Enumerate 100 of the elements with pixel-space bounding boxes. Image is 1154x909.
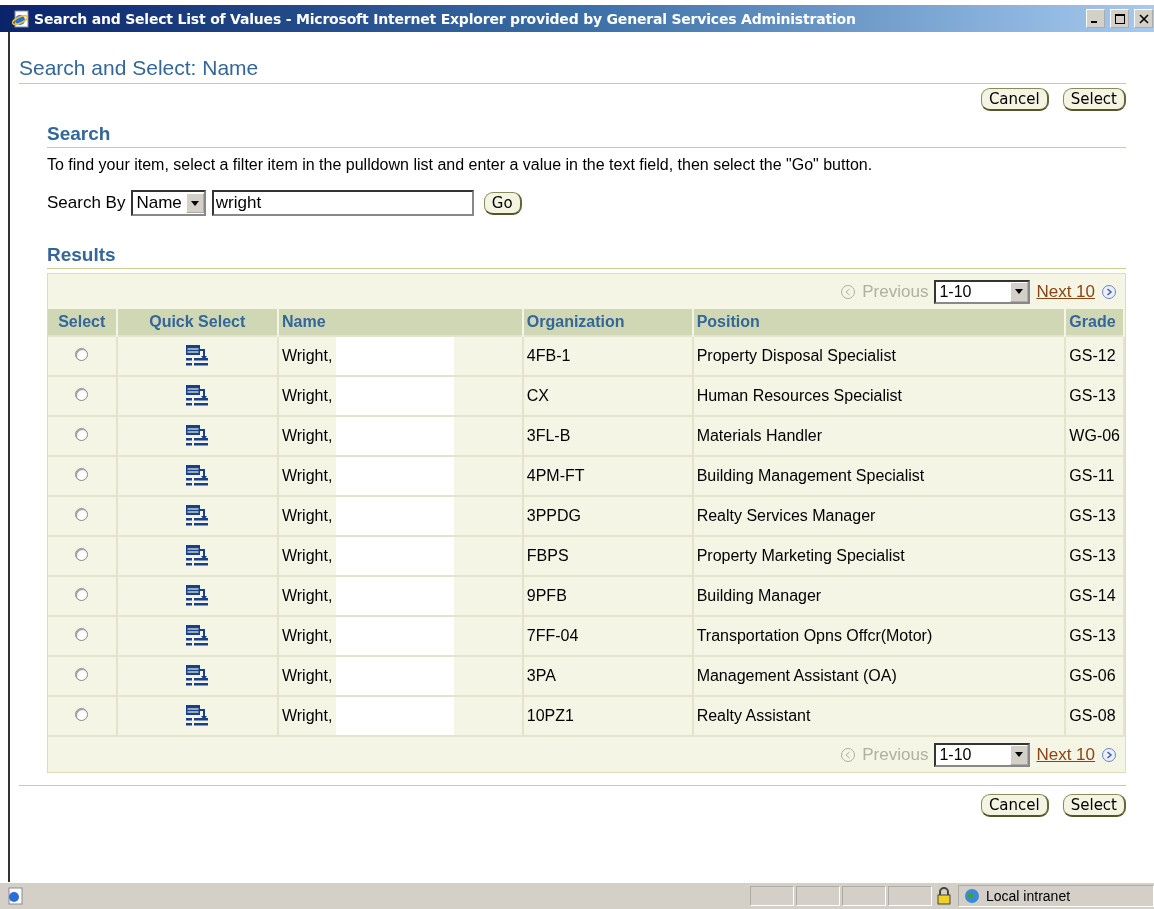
column-header: Name [277,309,523,336]
radio-button[interactable] [75,548,89,561]
table-cell: Wright, [281,427,333,445]
section-heading: Search [47,123,1126,148]
close-icon [1138,13,1149,24]
table-cell: Management Assistant (OA) [696,667,897,684]
table-cell: Property Marketing Specialist [696,547,905,564]
next-link[interactable]: Next 10 [1036,281,1095,302]
table-cell: GS-12 [1069,347,1116,364]
table-cell: 3FL-B [526,427,571,444]
filter-dropdown[interactable]: Name [131,190,206,216]
column-header: Select [48,309,117,336]
table-cell: Building Management Specialist [696,467,925,484]
table-cell: Wright, [281,627,333,645]
radio-button[interactable] [75,388,89,401]
zone-label: Local intranet [986,888,1071,904]
status-pane [842,886,886,906]
table-cell: 4PM-FT [526,467,585,484]
column-header: Quick Select [116,309,278,336]
minimize-button[interactable] [1086,9,1105,28]
quick-select-icon[interactable] [184,704,211,728]
select-button[interactable]: Select [1062,88,1126,111]
radio-button[interactable] [75,508,89,521]
maximize-icon [1114,13,1125,24]
radio-button[interactable] [75,428,89,441]
table-cell: Wright, [281,547,333,565]
radio-button[interactable] [75,588,89,601]
field-label: Search By [47,193,126,213]
table-cell: 10PZ1 [526,707,574,724]
table-cell: Materials Handler [696,427,822,444]
table-cell: Realty Assistant [696,707,811,724]
table-cell: 3PA [526,667,556,684]
table-cell: Wright, [281,707,333,725]
instructions-text: To find your item, select a filter item in the pulldown list and enter a value in the text field, then select the "Go" button. [47,156,874,174]
table-cell: GS-11 [1069,467,1115,484]
column-header: Position [692,309,1066,336]
select-button[interactable]: Select [1062,794,1126,817]
maximize-button[interactable] [1110,9,1129,28]
table-cell: 3PPDG [526,507,582,524]
cancel-button[interactable]: Cancel [980,794,1049,817]
range-dropdown[interactable]: 1-10 [934,279,1031,304]
quick-select-icon[interactable] [184,544,211,568]
search-field[interactable]: wright [211,190,474,216]
previous-icon [840,283,857,300]
next-icon[interactable] [1101,746,1117,763]
quick-select-icon[interactable] [184,424,211,448]
table-cell: Wright, [281,467,333,485]
table-cell: 9PFB [526,587,567,604]
go-button[interactable]: Go [483,191,522,215]
table-cell: Human Resources Specialist [696,387,903,404]
quick-select-icon[interactable] [184,344,211,368]
cancel-button[interactable]: Cancel [980,88,1049,111]
page-title: Search and Select: Name [19,56,1126,84]
radio-button[interactable] [75,668,89,681]
status-pane [888,886,932,906]
radio-button[interactable] [75,468,89,481]
table-cell: GS-08 [1069,707,1116,724]
quick-select-icon[interactable] [184,664,211,688]
dropdown-arrow-icon[interactable] [190,200,199,206]
status-pane [796,886,840,906]
table-cell: Transportation Opns Offcr(Motor) [696,627,933,644]
table-cell: Wright, [281,347,333,365]
table-cell: GS-06 [1069,667,1116,684]
table-cell: Realty Services Manager [696,507,876,524]
lock-icon [936,887,952,905]
radio-button[interactable] [75,708,89,721]
dropdown-arrow-icon[interactable] [1015,289,1024,294]
table-cell: GS-13 [1069,547,1116,564]
column-header: Organization [522,309,693,336]
table-cell: Wright, [281,667,333,685]
minimize-icon [1091,21,1097,23]
quick-select-icon[interactable] [184,384,211,408]
table-cell: FBPS [526,547,569,564]
table-cell: GS-13 [1069,387,1116,404]
table-cell: Building Manager [696,587,822,604]
browser-icon [12,9,30,28]
status-pane [750,886,794,906]
window-title: Search and Select List of Values - Microsoft Internet Explorer provided by General Services Administration [34,10,857,27]
quick-select-icon[interactable] [184,464,211,488]
quick-select-icon[interactable] [184,584,211,608]
radio-button[interactable] [75,348,89,361]
next-link[interactable]: Next 10 [1036,744,1095,765]
table-cell: Wright, [281,507,333,525]
page-icon [6,887,24,905]
table-cell: GS-13 [1069,507,1116,524]
table-cell: 4FB-1 [526,347,571,364]
next-icon[interactable] [1101,283,1117,300]
globe-icon [963,887,981,905]
dropdown-arrow-icon[interactable] [1015,752,1024,757]
close-button[interactable] [1134,9,1153,28]
previous-icon [840,746,857,763]
radio-button[interactable] [75,628,89,641]
table-cell: 7FF-04 [526,627,579,644]
table-cell: CX [526,387,549,404]
table-cell: Wright, [281,387,333,405]
quick-select-icon[interactable] [184,504,211,528]
range-dropdown[interactable]: 1-10 [934,742,1031,767]
table-cell: GS-14 [1069,587,1116,604]
section-heading: Results [47,244,1126,269]
quick-select-icon[interactable] [184,624,211,648]
